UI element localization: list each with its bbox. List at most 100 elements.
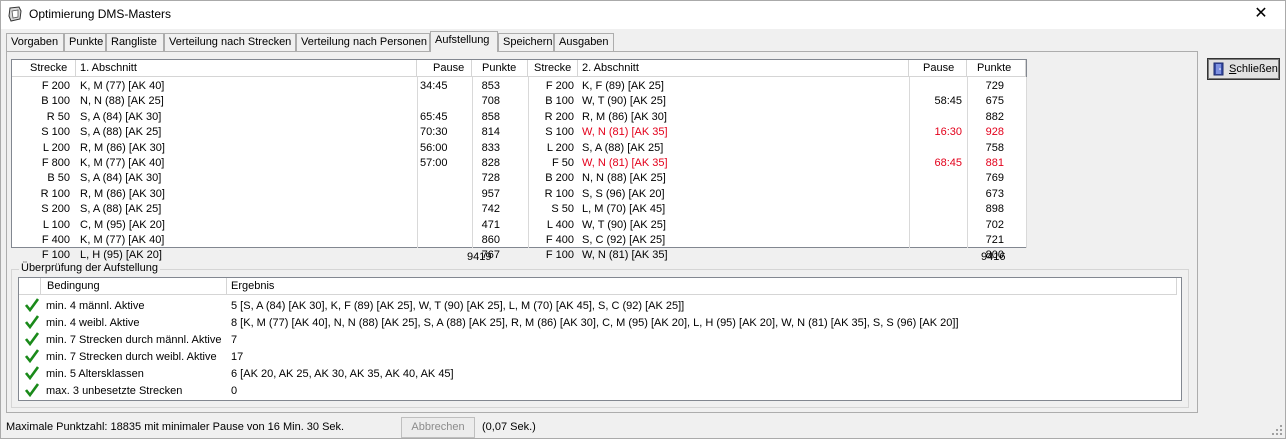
column-divider <box>472 77 473 248</box>
cell-pause-2: 58:45 <box>934 95 962 108</box>
tab-ausgaben[interactable]: Ausgaben <box>554 33 614 51</box>
cell-punkte-2: 769 <box>985 172 1004 185</box>
cell-punkte-2: 928 <box>985 126 1004 139</box>
cell-abschnitt-2: R, M (86) [AK 30] <box>582 110 667 123</box>
column-divider <box>967 77 968 248</box>
cell-pause-2 <box>912 248 962 262</box>
column-divider <box>1026 77 1027 248</box>
cell-pause-1: 34:45 <box>420 80 448 92</box>
header-punkte-1[interactable]: Punkte <box>472 60 528 77</box>
window-close-button[interactable]: ✕ <box>1241 3 1281 27</box>
cell-pause-2 <box>912 202 962 216</box>
column-divider <box>417 77 418 248</box>
cell-punkte-2: 882 <box>985 110 1004 123</box>
cell-abschnitt-2: S, S (96) [AK 20] <box>582 187 665 200</box>
status-message: Maximale Punktzahl: 18835 mit minimaler … <box>6 421 345 433</box>
tab-verteilung-personen[interactable]: Verteilung nach Personen <box>296 33 430 51</box>
check-group-label: Überprüfung der Aufstellung <box>19 262 160 274</box>
app-icon <box>8 6 22 22</box>
cell-punkte-1: 957 <box>481 187 500 200</box>
cell-pause-2 <box>912 171 962 185</box>
cell-abschnitt-1: C, M (95) [AK 20] <box>80 218 165 231</box>
cell-abschnitt-1: S, A (84) [AK 30] <box>80 110 162 123</box>
cell-punkte-2: 881 <box>985 157 1004 169</box>
cell-strecke-2: F 200 <box>545 80 574 92</box>
header-punkte-2[interactable]: Punkte <box>967 60 1026 77</box>
cell-abschnitt-1: S, A (88) [AK 25] <box>80 126 162 139</box>
cell-punkte-2: 898 <box>985 203 1004 216</box>
tab-punkte[interactable]: Punkte <box>64 33 106 51</box>
cell-strecke-2: S 100 <box>545 126 574 139</box>
cell-pause-2 <box>912 187 962 201</box>
cell-abschnitt-2: S, C (92) [AK 25] <box>582 234 666 246</box>
cell-bedingung: min. 7 Strecken durch weibl. Aktive <box>46 351 217 363</box>
cell-punkte-1: 858 <box>481 110 500 123</box>
cell-punkte-1: 833 <box>481 141 500 154</box>
cell-pause-1 <box>420 171 470 185</box>
cell-pause-1 <box>420 218 470 232</box>
title-bar: Optimierung DMS-Masters ✕ <box>1 1 1285 29</box>
cell-abschnitt-2: W, N (81) [AK 35] <box>582 249 668 262</box>
cell-strecke-1: S 200 <box>41 203 70 216</box>
cell-punkte-1: 860 <box>481 234 500 246</box>
tab-vorgaben[interactable]: Vorgaben <box>6 33 64 51</box>
tab-verteilung-strecken[interactable]: Verteilung nach Strecken <box>164 33 296 51</box>
lineup-grid[interactable]: Strecke 1. Abschnitt Pause Punkte Streck… <box>11 59 1027 261</box>
header-pause-1[interactable]: Pause <box>417 60 472 77</box>
cell-ergebnis: 8 [K, M (77) [AK 40], N, N (88) [AK 25],… <box>231 317 959 329</box>
checkmark-icon <box>25 366 39 380</box>
cell-strecke-1: F 200 <box>41 80 70 92</box>
cell-ergebnis: 5 [S, A (84) [AK 30], K, F (89) [AK 25],… <box>231 300 685 312</box>
cell-abschnitt-1: K, M (77) [AK 40] <box>80 80 165 92</box>
window-title: Optimierung DMS-Masters <box>29 7 172 21</box>
tab-rangliste[interactable]: Rangliste <box>106 33 164 51</box>
cell-strecke-1: B 100 <box>41 95 70 108</box>
cell-punkte-1: 471 <box>481 218 500 231</box>
cell-abschnitt-2: W, N (81) [AK 35] <box>582 157 668 169</box>
cell-punkte-2: 675 <box>985 95 1004 108</box>
cell-punkte-1: 828 <box>481 157 500 169</box>
check-list[interactable]: Bedingung Ergebnis min. 4 männl. Aktive 5… <box>18 277 1182 401</box>
abort-button[interactable]: Abbrechen <box>401 417 475 438</box>
cell-pause-1: 65:45 <box>420 110 448 123</box>
header-pause-2[interactable]: Pause <box>909 60 967 77</box>
header-abschnitt-1[interactable]: 1. Abschnitt <box>76 60 417 77</box>
cell-pause-1 <box>420 202 470 216</box>
cell-abschnitt-1: R, M (86) [AK 30] <box>80 141 165 154</box>
cell-pause-1 <box>420 248 470 262</box>
cell-pause-1: 70:30 <box>420 126 448 139</box>
header-strecke-1[interactable]: Strecke <box>12 60 76 77</box>
resize-grip-icon[interactable] <box>1271 424 1283 436</box>
cell-abschnitt-1: L, H (95) [AK 20] <box>80 249 162 262</box>
cell-abschnitt-2: W, T (90) [AK 25] <box>582 95 666 108</box>
checkmark-icon <box>25 349 39 363</box>
cell-abschnitt-2: W, N (81) [AK 35] <box>582 126 668 139</box>
tab-speichern[interactable]: Speichern <box>498 33 554 51</box>
cell-strecke-1: L 200 <box>42 141 70 154</box>
cell-ergebnis: 7 <box>231 334 238 346</box>
cell-abschnitt-2: L, M (70) [AK 45] <box>582 203 666 216</box>
tab-aufstellung[interactable]: Aufstellung <box>430 31 498 52</box>
cell-bedingung: max. 3 unbesetzte Strecken <box>46 385 183 397</box>
close-button[interactable]: Schließen <box>1207 58 1280 80</box>
cell-pause-2 <box>912 233 962 247</box>
cell-abschnitt-1: K, M (77) [AK 40] <box>80 157 165 169</box>
cell-punkte-1: 853 <box>481 80 500 92</box>
cell-strecke-2: S 50 <box>551 203 574 216</box>
cell-strecke-1: B 50 <box>47 172 70 185</box>
total-points-2: 9416 <box>981 251 1006 263</box>
header-strecke-2[interactable]: Strecke <box>528 60 578 77</box>
checkmark-icon <box>25 383 39 397</box>
cell-strecke-1: R 50 <box>46 110 70 123</box>
header-ergebnis[interactable]: Ergebnis <box>227 278 1177 295</box>
cell-punkte-2: 673 <box>985 187 1004 200</box>
checkmark-icon <box>25 315 39 329</box>
cell-bedingung: min. 5 Altersklassen <box>46 368 144 380</box>
header-icon-column[interactable] <box>19 278 41 295</box>
header-abschnitt-2[interactable]: 2. Abschnitt <box>578 60 909 77</box>
header-bedingung[interactable]: Bedingung <box>41 278 227 295</box>
cell-strecke-2: F 50 <box>551 157 574 169</box>
cell-abschnitt-1: K, M (77) [AK 40] <box>80 234 165 246</box>
cell-punkte-1: 814 <box>481 126 500 139</box>
checkmark-icon <box>25 332 39 346</box>
